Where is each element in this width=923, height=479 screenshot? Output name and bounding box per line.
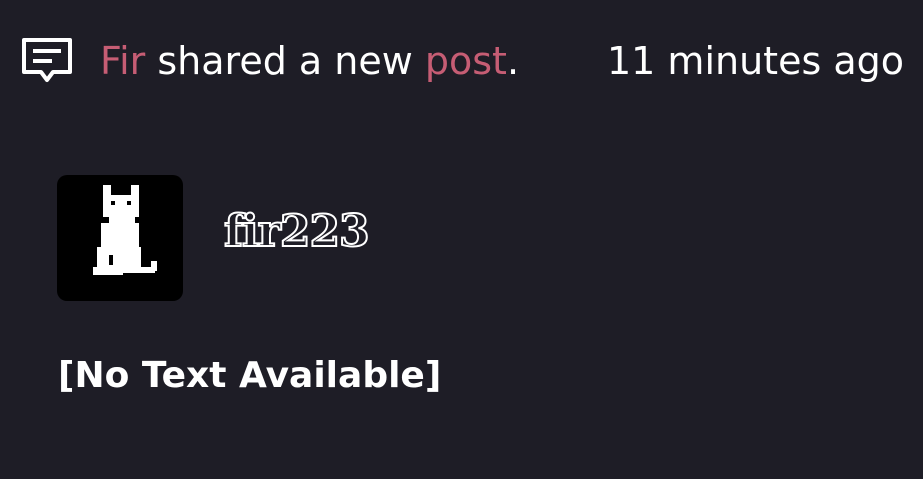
activity-action-text: shared a new xyxy=(145,39,425,83)
author-avatar[interactable] xyxy=(57,175,183,301)
author-username[interactable]: fir223 xyxy=(223,202,371,262)
activity-message: Fir shared a new post. xyxy=(100,36,519,86)
actor-link[interactable]: Fir xyxy=(100,39,145,83)
post-link[interactable]: post xyxy=(425,39,507,83)
activity-timestamp: 11 minutes ago xyxy=(607,39,904,83)
comment-icon xyxy=(20,36,74,86)
post-body-text: [No Text Available] xyxy=(58,355,442,396)
pixel-cat-icon xyxy=(93,185,157,275)
activity-end-text: . xyxy=(506,39,520,83)
